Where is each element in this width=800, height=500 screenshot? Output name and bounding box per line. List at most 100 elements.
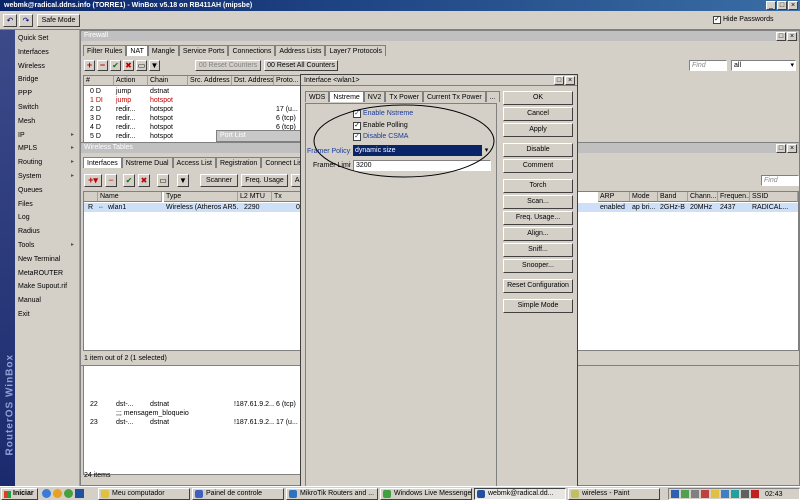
update-icon[interactable] xyxy=(731,490,739,498)
table-row-number[interactable]: 23 xyxy=(88,418,112,427)
tab-connections[interactable]: Connections xyxy=(228,45,276,56)
taskbar-item-2[interactable]: MikroTik Routers and ... xyxy=(286,488,378,500)
mail-icon[interactable] xyxy=(75,489,84,498)
undo-button[interactable]: ↶ xyxy=(3,14,17,27)
table-row-chain[interactable]: dstnat xyxy=(148,87,188,96)
table-row-number[interactable]: 3 D xyxy=(88,114,112,123)
column-header[interactable]: Dst. Address xyxy=(232,76,274,86)
firewall-find-input[interactable]: Find xyxy=(689,60,727,71)
table-row-number[interactable]: 2 D xyxy=(88,105,112,114)
remove-button[interactable]: − xyxy=(97,60,108,71)
column-header[interactable]: Src. Address xyxy=(188,76,232,86)
column-header[interactable]: Frequen... xyxy=(718,192,750,202)
sidebar-item-mpls[interactable]: MPLS ▸ xyxy=(18,142,80,155)
sidebar-item-wireless[interactable]: Wireless xyxy=(18,60,80,73)
table-row-action[interactable]: dst-... xyxy=(114,418,148,427)
cell-ssid[interactable]: RADICAL... xyxy=(750,203,798,212)
table-row-dst[interactable]: !187.61.9.2... xyxy=(232,418,274,427)
column-header[interactable]: Action xyxy=(114,76,148,86)
sidebar-item-mesh[interactable]: Mesh xyxy=(18,115,80,128)
tab-registration[interactable]: Registration xyxy=(215,157,262,168)
alert-icon[interactable] xyxy=(751,490,759,498)
align-button[interactable]: Align... xyxy=(503,227,573,241)
table-row-action[interactable]: redir... xyxy=(114,105,148,114)
start-button[interactable]: Iniciar xyxy=(1,488,38,500)
filter-button[interactable]: ▼ xyxy=(149,60,160,71)
simple-mode-button[interactable]: Simple Mode xyxy=(503,299,573,313)
taskbar-item-3[interactable]: Windows Live Messenger xyxy=(380,488,472,500)
close-button[interactable]: × xyxy=(788,1,798,10)
table-row-chain[interactable]: hotspot xyxy=(148,114,188,123)
sidebar-item-routing[interactable]: Routing ▸ xyxy=(18,156,80,169)
dialog-maximize-button[interactable]: □ xyxy=(554,76,564,85)
taskbar-item-1[interactable]: Painel de controle xyxy=(192,488,284,500)
column-header-flag[interactable] xyxy=(84,192,98,202)
add-button[interactable]: + xyxy=(84,60,95,71)
cancel-button[interactable]: Cancel xyxy=(503,107,573,121)
firewall-maximize-button[interactable]: □ xyxy=(776,32,786,41)
safe-mode-button[interactable]: Safe Mode xyxy=(37,14,80,27)
ie-icon[interactable] xyxy=(42,489,51,498)
column-header[interactable]: Chann... xyxy=(688,192,718,202)
freq-usage-button[interactable]: Freq. Usage... xyxy=(503,211,573,225)
minimize-button[interactable]: _ xyxy=(766,1,776,10)
taskbar-item-4[interactable]: webmk@radical.dd... xyxy=(474,488,566,500)
table-row-number[interactable]: 1 DI xyxy=(88,96,112,105)
cell-chan[interactable]: 20MHz xyxy=(688,203,718,212)
tab-layer7-protocols[interactable]: Layer7 Protocols xyxy=(325,45,386,56)
table-row-chain[interactable]: hotspot xyxy=(148,105,188,114)
column-header[interactable]: Band xyxy=(658,192,688,202)
firewall-filter-select[interactable]: all ▾ xyxy=(731,60,796,71)
table-row-chain[interactable]: hotspot xyxy=(148,132,188,141)
wireless-close-button[interactable]: × xyxy=(787,144,797,153)
table-row-dst[interactable] xyxy=(232,409,274,418)
firefox-icon[interactable] xyxy=(53,489,62,498)
wireless-enable-button[interactable]: ✔ xyxy=(123,174,135,187)
table-row-action[interactable]: redir... xyxy=(114,114,148,123)
column-header[interactable]: Chain xyxy=(148,76,188,86)
sidebar-item-make-supout-rif[interactable]: Make Supout.rif xyxy=(18,280,80,293)
sidebar-item-system[interactable]: System ▸ xyxy=(18,170,80,183)
comment-button[interactable]: ▭ xyxy=(136,60,147,71)
hide-passwords-toggle[interactable]: ✓ Hide Passwords xyxy=(713,15,798,27)
tab-interfaces[interactable]: Interfaces xyxy=(83,157,122,168)
sidebar-item-manual[interactable]: Manual xyxy=(18,294,80,307)
scanner-button[interactable]: Scanner xyxy=(200,174,238,187)
tab-access-list[interactable]: Access List xyxy=(172,157,216,168)
table-row-number[interactable] xyxy=(88,409,112,418)
sidebar-item-new-terminal[interactable]: New Terminal xyxy=(18,253,80,266)
table-row-number[interactable]: 5 D xyxy=(88,132,112,141)
taskbar-item-5[interactable]: wireless - Paint xyxy=(568,488,660,500)
reset-counters-button[interactable]: 00 Reset Counters xyxy=(195,60,261,71)
table-row-action[interactable]: jump xyxy=(114,87,148,96)
firewall-close-button[interactable]: × xyxy=(787,32,797,41)
table-row-number[interactable]: 0 D xyxy=(88,87,112,96)
table-row-chain[interactable]: dstnat xyxy=(148,400,188,409)
messenger-icon[interactable] xyxy=(64,489,73,498)
table-row-action[interactable]: jump xyxy=(114,96,148,105)
tab-service-ports[interactable]: Service Ports xyxy=(178,45,229,56)
cell-type[interactable]: Wireless (Atheros AR5... xyxy=(164,203,238,212)
table-row-number[interactable]: 22 xyxy=(88,400,112,409)
table-row-action[interactable]: redir... xyxy=(114,123,148,132)
usb-icon[interactable] xyxy=(741,490,749,498)
ok-button[interactable]: OK xyxy=(503,91,573,105)
wireless-maximize-button[interactable]: □ xyxy=(776,144,786,153)
cell-name[interactable]: wlan1 xyxy=(106,203,162,212)
sidebar-item-metarouter[interactable]: MetaROUTER xyxy=(18,267,80,280)
tab-address-lists[interactable]: Address Lists xyxy=(275,45,326,56)
scan-button[interactable]: Scan... xyxy=(503,195,573,209)
wireless-disable-button[interactable]: ✖ xyxy=(138,174,150,187)
table-row-number[interactable]: 4 D xyxy=(88,123,112,132)
disable-button[interactable]: Disable xyxy=(503,143,573,157)
column-header[interactable]: L2 MTU xyxy=(238,192,272,202)
sidebar-item-ip[interactable]: IP ▸ xyxy=(18,129,80,142)
cell-arp[interactable]: enabled xyxy=(598,203,630,212)
taskbar-item-0[interactable]: Meu computador xyxy=(98,488,190,500)
speaker-icon[interactable] xyxy=(721,490,729,498)
column-header[interactable]: # xyxy=(84,76,114,86)
tab-nat[interactable]: NAT xyxy=(126,45,148,56)
sidebar-item-files[interactable]: Files xyxy=(18,198,80,211)
sniff-button[interactable]: Sniff... xyxy=(503,243,573,257)
sidebar-item-exit[interactable]: Exit xyxy=(18,308,80,321)
